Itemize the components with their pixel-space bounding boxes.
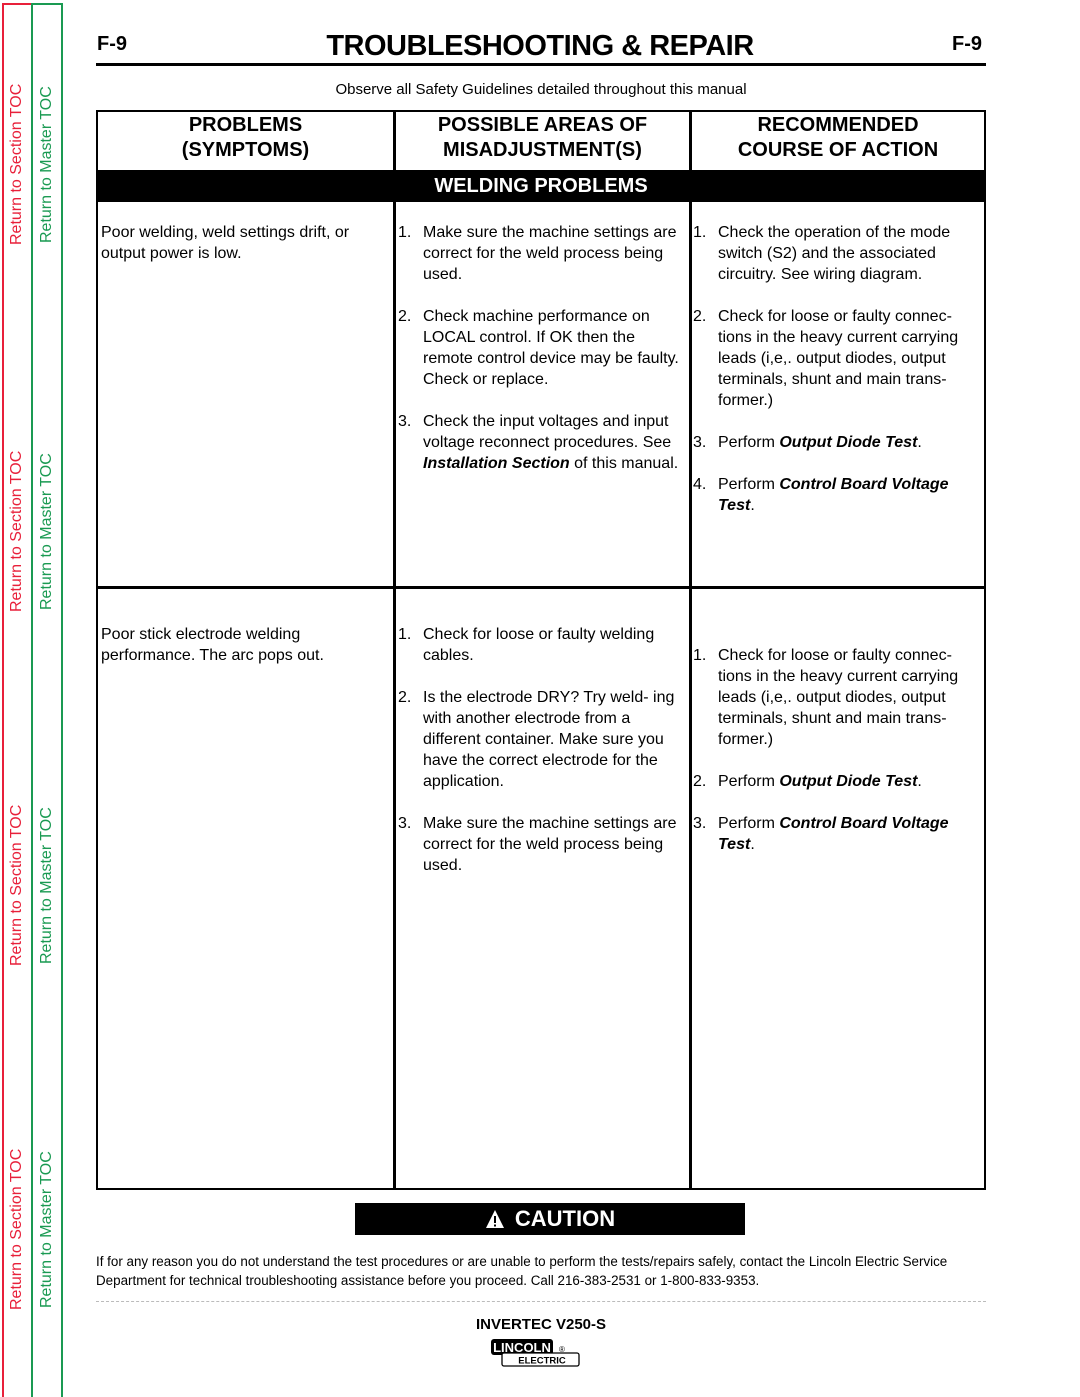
actions-list: 1. Check the operation of the mode switc… bbox=[693, 222, 983, 537]
page-title: TROUBLESHOOTING & REPAIR bbox=[326, 30, 754, 62]
list-item: 3. Perform Control Board Voltage Test. bbox=[693, 815, 949, 853]
areas-list: 1. Check for loose or faulty welding cab… bbox=[398, 624, 688, 897]
logo-bottom-text: ELECTRIC bbox=[518, 1356, 566, 1367]
list-item: 1. Check for loose or faulty connec- tio… bbox=[693, 647, 959, 748]
caution-text: If for any reason you do not understand … bbox=[96, 1254, 948, 1288]
page-number-left: F-9 bbox=[97, 33, 127, 55]
output-diode-test-reference[interactable]: Output Diode Test bbox=[779, 434, 917, 451]
return-to-master-toc-link[interactable]: Return to Master TOC bbox=[38, 1151, 56, 1308]
lincoln-electric-logo: LINCOLN ® ELECTRIC bbox=[490, 1338, 582, 1373]
section-toc-rail bbox=[2, 3, 4, 1397]
list-item: 1. Check for loose or faulty welding cab… bbox=[398, 626, 655, 664]
list-item: 2. Check for loose or faulty connec- tio… bbox=[693, 308, 959, 409]
row-divider bbox=[96, 586, 986, 589]
column-divider bbox=[689, 112, 692, 1188]
column-header-possible-areas: POSSIBLE AREAS OF MISADJUSTMENT(S) bbox=[437, 114, 648, 161]
list-item: 2. Check machine performance on LOCAL co… bbox=[398, 308, 679, 388]
list-item: 2. Perform Output Diode Test. bbox=[693, 773, 922, 790]
column-header-problems: PROBLEMS (SYMPTOMS) bbox=[181, 114, 310, 161]
return-to-section-toc-link[interactable]: Return to Section TOC bbox=[8, 84, 26, 245]
troubleshooting-table: PROBLEMS (SYMPTOMS) POSSIBLE AREAS OF MI… bbox=[96, 110, 986, 1190]
list-item: 4. Perform Control Board Voltage Test. bbox=[693, 476, 949, 514]
section-band-welding-problems: WELDING PROBLEMS bbox=[98, 170, 984, 202]
list-item: 3. Perform Output Diode Test. bbox=[693, 434, 922, 451]
areas-list: 1. Make sure the machine settings are co… bbox=[398, 222, 688, 495]
return-to-master-toc-link[interactable]: Return to Master TOC bbox=[38, 807, 56, 964]
list-item: 3. Make sure the machine settings are co… bbox=[398, 815, 677, 874]
list-item: 2. Is the electrode DRY? Try weld- ing w… bbox=[398, 689, 675, 790]
return-to-section-toc-link[interactable]: Return to Section TOC bbox=[8, 805, 26, 966]
model-name: INVERTEC V250-S bbox=[475, 1316, 607, 1333]
warning-triangle-icon bbox=[485, 1210, 504, 1228]
page-number-right: F-9 bbox=[952, 33, 982, 55]
caution-label: CAUTION bbox=[514, 1206, 616, 1231]
toc-rail-top bbox=[2, 3, 32, 5]
list-item: 3. Check the input voltages and input vo… bbox=[398, 413, 679, 472]
return-to-section-toc-link[interactable]: Return to Section TOC bbox=[8, 1149, 26, 1310]
list-item: 1. Make sure the machine settings are co… bbox=[398, 224, 677, 283]
master-toc-rail bbox=[31, 3, 33, 1397]
return-to-master-toc-link[interactable]: Return to Master TOC bbox=[38, 86, 56, 243]
safety-note: Observe all Safety Guidelines detailed t… bbox=[335, 81, 747, 98]
symptom-text: Poor welding, weld settings drift, or ou… bbox=[101, 224, 350, 262]
toc-rail-top bbox=[31, 3, 62, 5]
title-rule bbox=[96, 63, 986, 66]
symptom-text: Poor stick electrode welding performance… bbox=[101, 626, 324, 664]
output-diode-test-reference[interactable]: Output Diode Test bbox=[779, 773, 917, 790]
column-header-recommended-action: RECOMMENDED COURSE OF ACTION bbox=[737, 114, 939, 161]
list-item: 1. Check the operation of the mode switc… bbox=[693, 224, 951, 283]
return-to-section-toc-link[interactable]: Return to Section TOC bbox=[8, 451, 26, 612]
return-to-master-toc-link[interactable]: Return to Master TOC bbox=[38, 453, 56, 610]
installation-section-reference[interactable]: Installation Section bbox=[423, 455, 570, 472]
master-toc-rail bbox=[61, 3, 63, 1397]
caution-banner: CAUTION bbox=[355, 1203, 745, 1235]
column-divider bbox=[393, 112, 396, 1188]
footer-divider bbox=[96, 1301, 986, 1302]
actions-list: 1. Check for loose or faulty connec- tio… bbox=[693, 645, 983, 876]
